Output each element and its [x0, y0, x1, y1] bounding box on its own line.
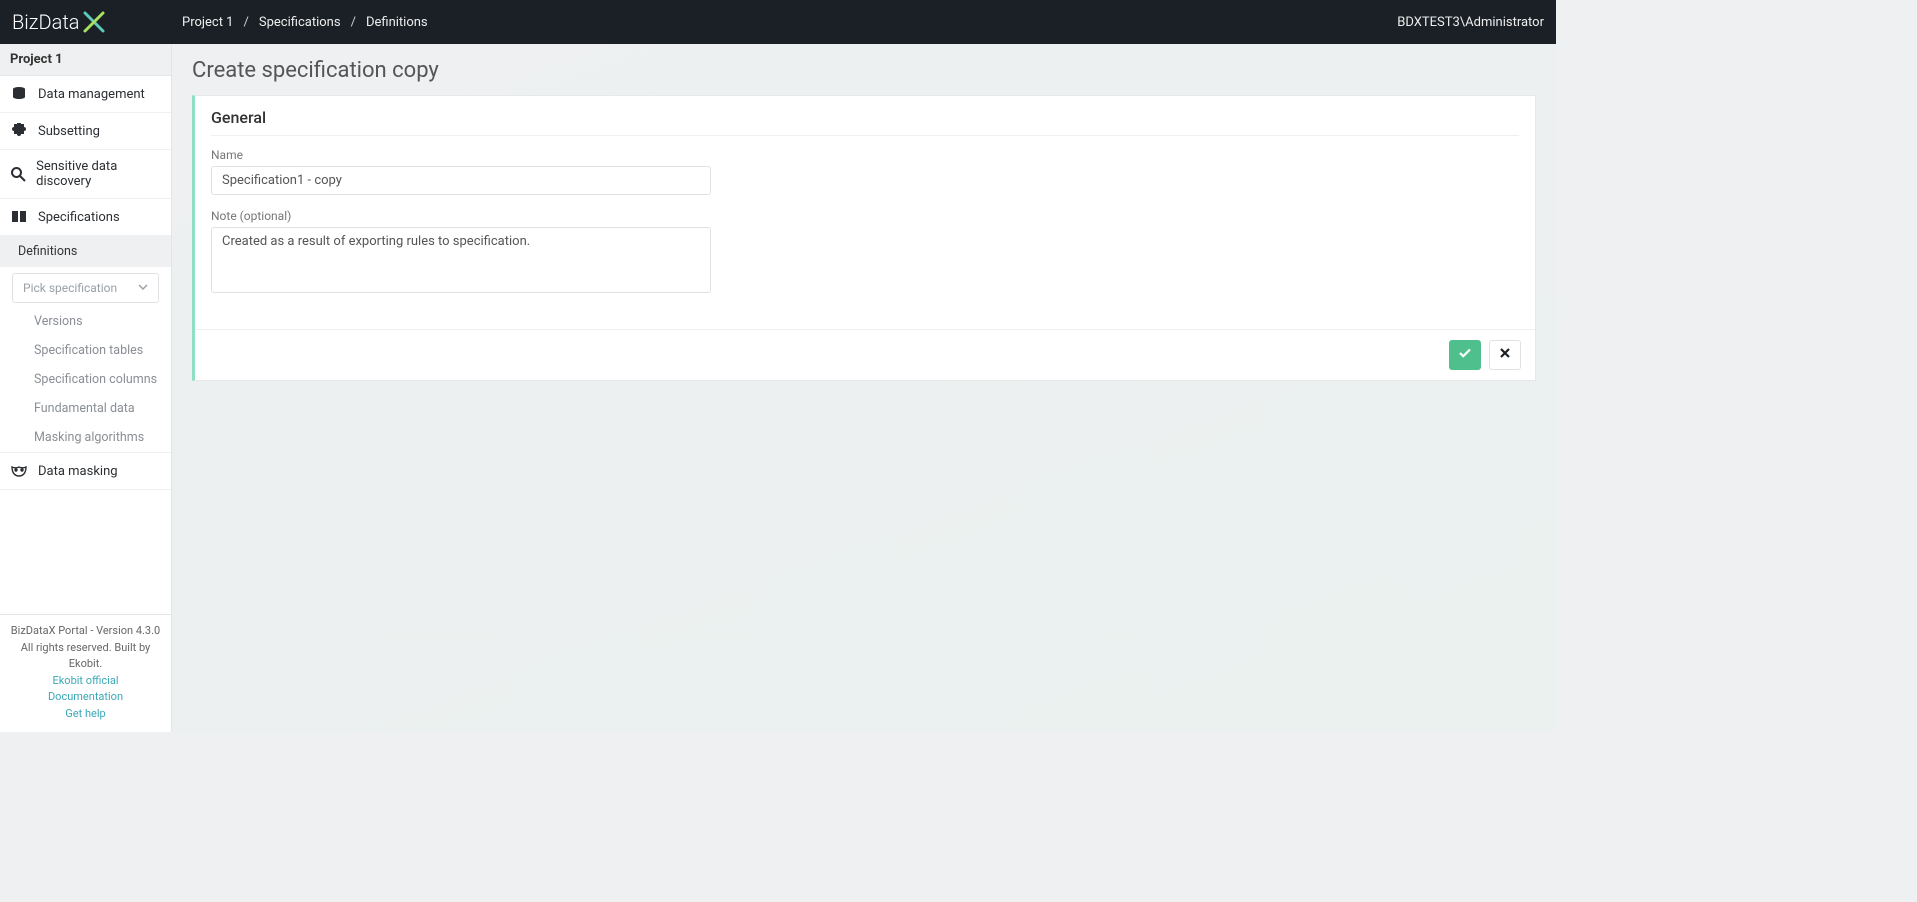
section-title: General: [211, 108, 1519, 136]
sidebar-project[interactable]: Project 1: [0, 44, 171, 76]
sidebar-item-label: Data management: [38, 87, 145, 102]
mask-icon: [10, 462, 28, 480]
form-group-name: Name: [211, 148, 711, 195]
footer-link-help[interactable]: Get help: [6, 706, 165, 723]
breadcrumb-item[interactable]: Specifications: [259, 15, 341, 30]
name-label: Name: [211, 148, 711, 162]
breadcrumb-separator: /: [351, 15, 356, 30]
form-card: General Name Note (optional): [192, 95, 1536, 381]
note-textarea[interactable]: [211, 227, 711, 293]
sidebar-item-label: Sensitive data discovery: [36, 159, 161, 189]
sidebar-link-masking-alg[interactable]: Masking algorithms: [0, 423, 171, 452]
sidebar-link-versions[interactable]: Versions: [0, 307, 171, 336]
sidebar-item-label: Specifications: [38, 210, 120, 225]
breadcrumb: Project 1 / Specifications / Definitions: [182, 15, 428, 30]
footer-link-ekobit[interactable]: Ekobit official: [6, 673, 165, 690]
sidebar: Project 1 Data management Subsetting Sen…: [0, 44, 172, 732]
close-icon: [1499, 347, 1511, 363]
cancel-button[interactable]: [1489, 340, 1521, 370]
sidebar-item-data-masking[interactable]: Data masking: [0, 452, 171, 490]
picker-placeholder: Pick specification: [23, 281, 117, 295]
logo-text: BizData: [12, 10, 79, 34]
footer-version: BizDataX Portal - Version 4.3.0: [6, 623, 165, 640]
sidebar-item-specifications[interactable]: Specifications: [0, 199, 171, 236]
search-icon: [10, 165, 26, 183]
sidebar-item-sensitive[interactable]: Sensitive data discovery: [0, 150, 171, 199]
sidebar-footer: BizDataX Portal - Version 4.3.0 All righ…: [0, 614, 171, 732]
sidebar-subitem-definitions[interactable]: Definitions: [0, 236, 171, 267]
check-icon: [1458, 346, 1472, 364]
breadcrumb-item[interactable]: Definitions: [366, 15, 428, 30]
form-group-note: Note (optional): [211, 209, 711, 297]
sidebar-link-spec-tables[interactable]: Specification tables: [0, 336, 171, 365]
sidebar-link-fundamental[interactable]: Fundamental data: [0, 394, 171, 423]
logo-x-icon: [81, 9, 107, 35]
confirm-button[interactable]: [1449, 340, 1481, 370]
specification-picker[interactable]: Pick specification: [12, 273, 159, 303]
database-icon: [10, 85, 28, 103]
sidebar-link-spec-columns[interactable]: Specification columns: [0, 365, 171, 394]
chevron-down-icon: [138, 281, 148, 295]
user-label[interactable]: BDXTEST3\Administrator: [1397, 15, 1544, 30]
name-input[interactable]: [211, 166, 711, 195]
page-title: Create specification copy: [192, 58, 1536, 83]
sidebar-item-data-management[interactable]: Data management: [0, 76, 171, 113]
topbar: BizData Project 1 / Specifications / Def…: [0, 0, 1556, 44]
footer-link-docs[interactable]: Documentation: [6, 689, 165, 706]
puzzle-icon: [10, 122, 28, 140]
sidebar-item-label: Data masking: [38, 464, 118, 479]
sidebar-item-label: Subsetting: [38, 124, 100, 139]
breadcrumb-item[interactable]: Project 1: [182, 15, 234, 30]
card-actions: [195, 329, 1535, 380]
content: Create specification copy General Name N…: [172, 44, 1556, 732]
sidebar-item-subsetting[interactable]: Subsetting: [0, 113, 171, 150]
breadcrumb-separator: /: [244, 15, 249, 30]
logo[interactable]: BizData: [12, 9, 172, 35]
footer-rights: All rights reserved. Built by Ekobit.: [6, 640, 165, 673]
book-icon: [10, 208, 28, 226]
note-label: Note (optional): [211, 209, 711, 223]
